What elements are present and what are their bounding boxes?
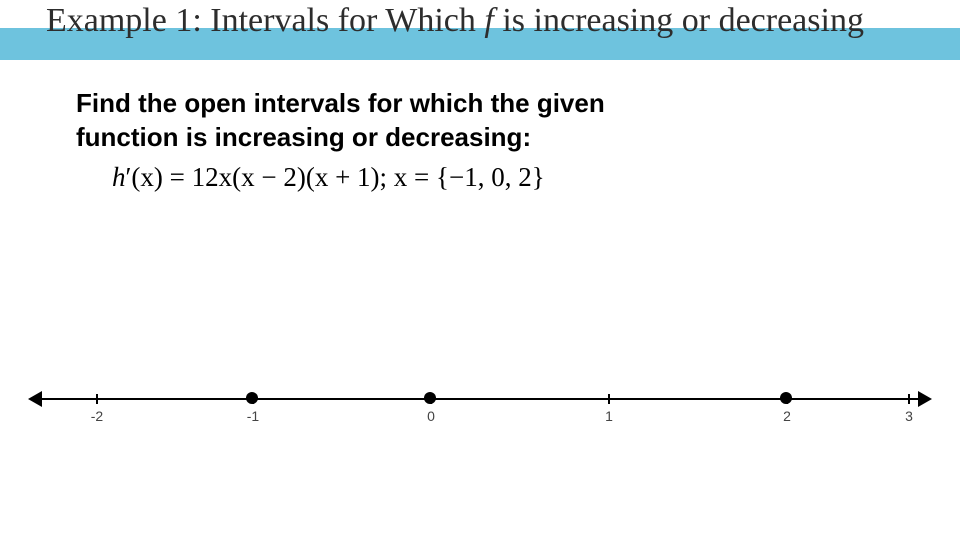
title-post: is increasing or decreasing bbox=[502, 2, 864, 39]
title-pre: Example 1: Intervals for Which bbox=[46, 2, 484, 39]
label-3: 3 bbox=[905, 408, 913, 424]
tick-1 bbox=[608, 394, 610, 404]
eq-lparen: (x) = bbox=[131, 162, 191, 192]
prompt-line1: Find the open intervals for which the gi… bbox=[76, 86, 856, 120]
tick-neg2 bbox=[96, 394, 98, 404]
critical-point-2 bbox=[780, 392, 792, 404]
label-1: 1 bbox=[605, 408, 613, 424]
critical-point-neg1 bbox=[246, 392, 258, 404]
label-0: 0 bbox=[427, 408, 435, 424]
slide: Example 1: Intervals for Which f is incr… bbox=[0, 0, 960, 540]
tick-3 bbox=[908, 394, 910, 404]
label-neg1: -1 bbox=[247, 408, 259, 424]
number-line-axis bbox=[30, 398, 930, 400]
label-2: 2 bbox=[783, 408, 791, 424]
prompt-line2: function is increasing or decreasing: bbox=[76, 120, 856, 154]
slide-title: Example 1: Intervals for Which f is incr… bbox=[46, 2, 926, 40]
number-line: -2 -1 0 1 2 3 bbox=[30, 380, 930, 440]
prompt-text: Find the open intervals for which the gi… bbox=[76, 86, 856, 154]
critical-point-0 bbox=[424, 392, 436, 404]
eq-rhs: 12x(x − 2)(x + 1); x = {−1, 0, 2} bbox=[192, 162, 545, 192]
arrow-left-icon bbox=[28, 391, 42, 407]
derivative-equation: h′(x) = 12x(x − 2)(x + 1); x = {−1, 0, 2… bbox=[112, 162, 545, 193]
title-var: f bbox=[484, 2, 502, 39]
arrow-right-icon bbox=[918, 391, 932, 407]
label-neg2: -2 bbox=[91, 408, 103, 424]
eq-h: h bbox=[112, 162, 126, 192]
